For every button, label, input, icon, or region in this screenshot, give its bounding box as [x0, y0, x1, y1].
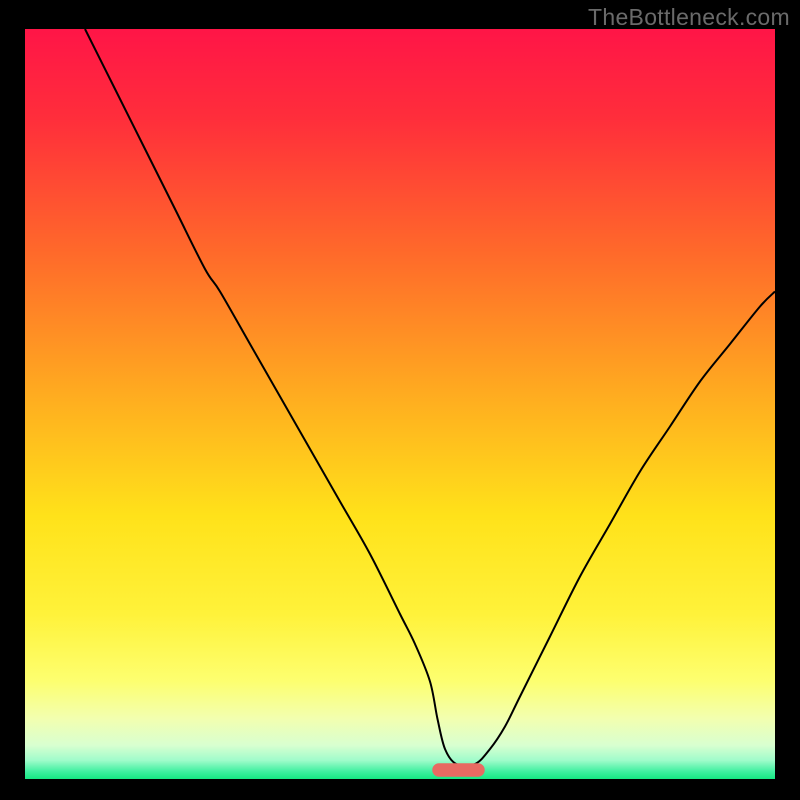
bottleneck-chart [25, 29, 775, 779]
chart-container: TheBottleneck.com [0, 0, 800, 800]
watermark-text: TheBottleneck.com [588, 4, 790, 31]
heat-background [25, 29, 775, 779]
optimal-marker [432, 763, 485, 777]
